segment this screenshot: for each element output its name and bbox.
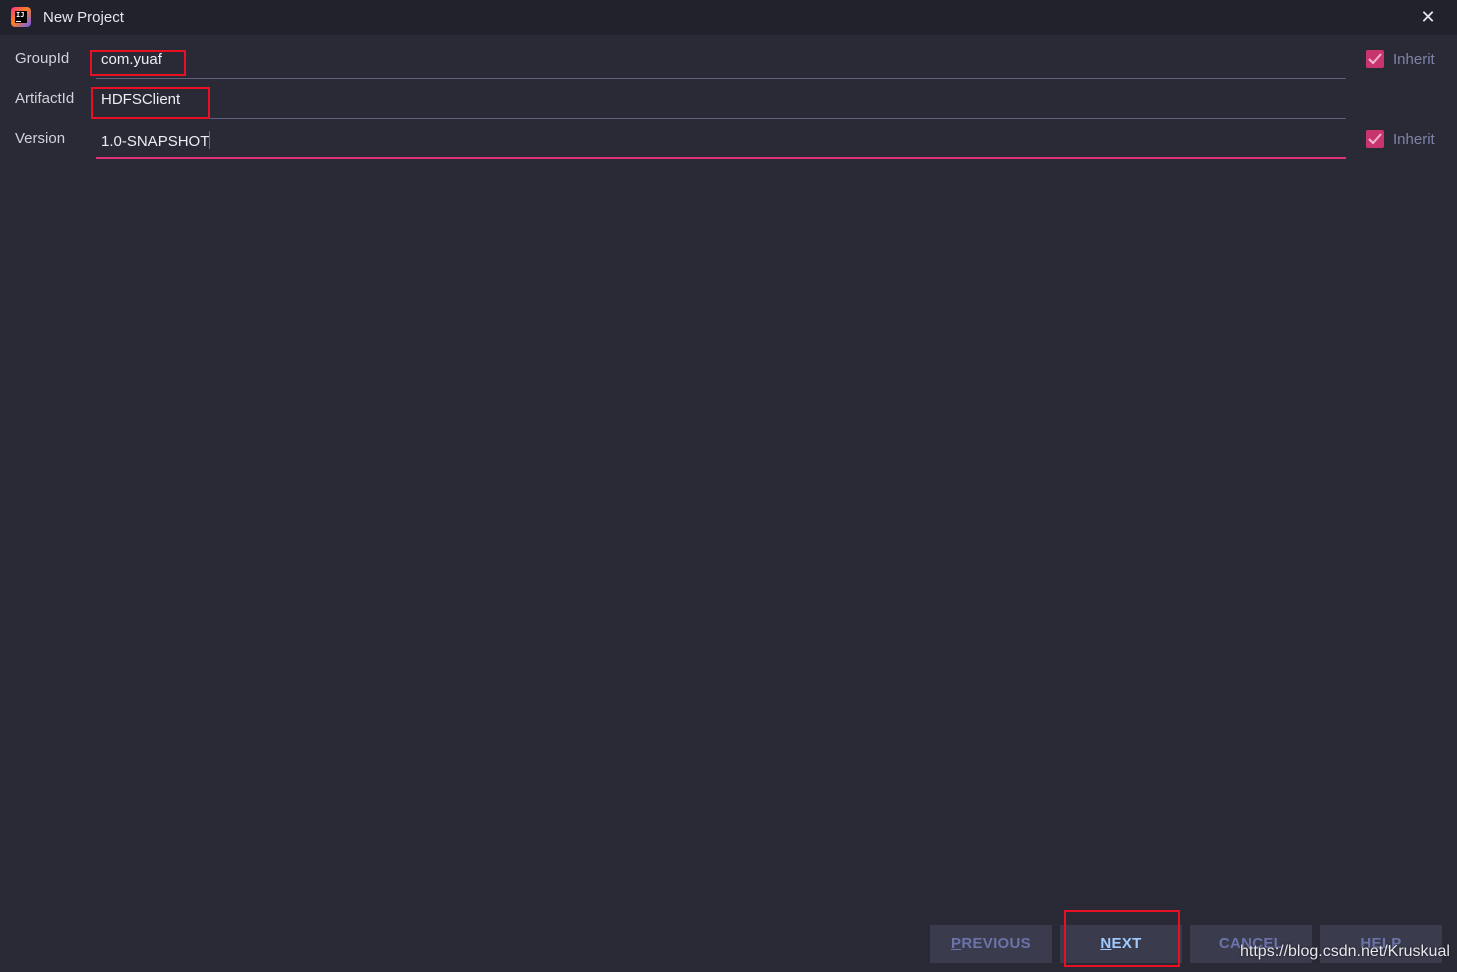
next-mnemonic: N bbox=[1100, 935, 1112, 952]
app-icon-text: IJ bbox=[15, 11, 27, 23]
version-row: Version 1.0-SNAPSHOT Inherit bbox=[0, 122, 1457, 162]
text-caret bbox=[209, 131, 211, 149]
group-id-row: GroupId com.yuaf Inherit bbox=[0, 42, 1457, 82]
watermark-url: https://blog.csdn.net/Kruskual bbox=[1240, 943, 1450, 960]
new-project-dialog: IJ New Project ✕ GroupId com.yuaf Inheri… bbox=[0, 0, 1457, 972]
version-value-wrap: 1.0-SNAPSHOT bbox=[101, 131, 211, 150]
version-value: 1.0-SNAPSHOT bbox=[101, 133, 210, 150]
next-button[interactable]: NEXT bbox=[1060, 925, 1182, 963]
group-id-label: GroupId bbox=[15, 50, 70, 67]
previous-mnemonic: P bbox=[951, 935, 962, 952]
version-label: Version bbox=[15, 130, 66, 147]
checkbox-checked-icon bbox=[1366, 50, 1384, 68]
previous-label: REVIOUS bbox=[961, 935, 1031, 952]
version-input[interactable]: 1.0-SNAPSHOT bbox=[96, 122, 1346, 159]
artifact-id-value: HDFSClient bbox=[101, 91, 181, 108]
group-id-input[interactable]: com.yuaf bbox=[96, 42, 1346, 79]
group-id-value: com.yuaf bbox=[101, 51, 162, 68]
window-title: New Project bbox=[43, 9, 124, 26]
previous-button[interactable]: PREVIOUS bbox=[930, 925, 1052, 963]
group-id-inherit-label: Inherit bbox=[1393, 51, 1435, 68]
artifact-id-label: ArtifactId bbox=[15, 90, 75, 107]
artifact-id-row: ArtifactId HDFSClient bbox=[0, 82, 1457, 122]
intellij-app-icon: IJ bbox=[11, 7, 31, 27]
version-inherit-label: Inherit bbox=[1393, 131, 1435, 148]
checkbox-checked-icon bbox=[1366, 130, 1384, 148]
close-icon[interactable]: ✕ bbox=[1418, 8, 1438, 28]
next-label: EXT bbox=[1111, 935, 1142, 952]
artifact-id-input[interactable]: HDFSClient bbox=[96, 82, 1346, 119]
title-bar: IJ New Project ✕ bbox=[0, 0, 1457, 35]
